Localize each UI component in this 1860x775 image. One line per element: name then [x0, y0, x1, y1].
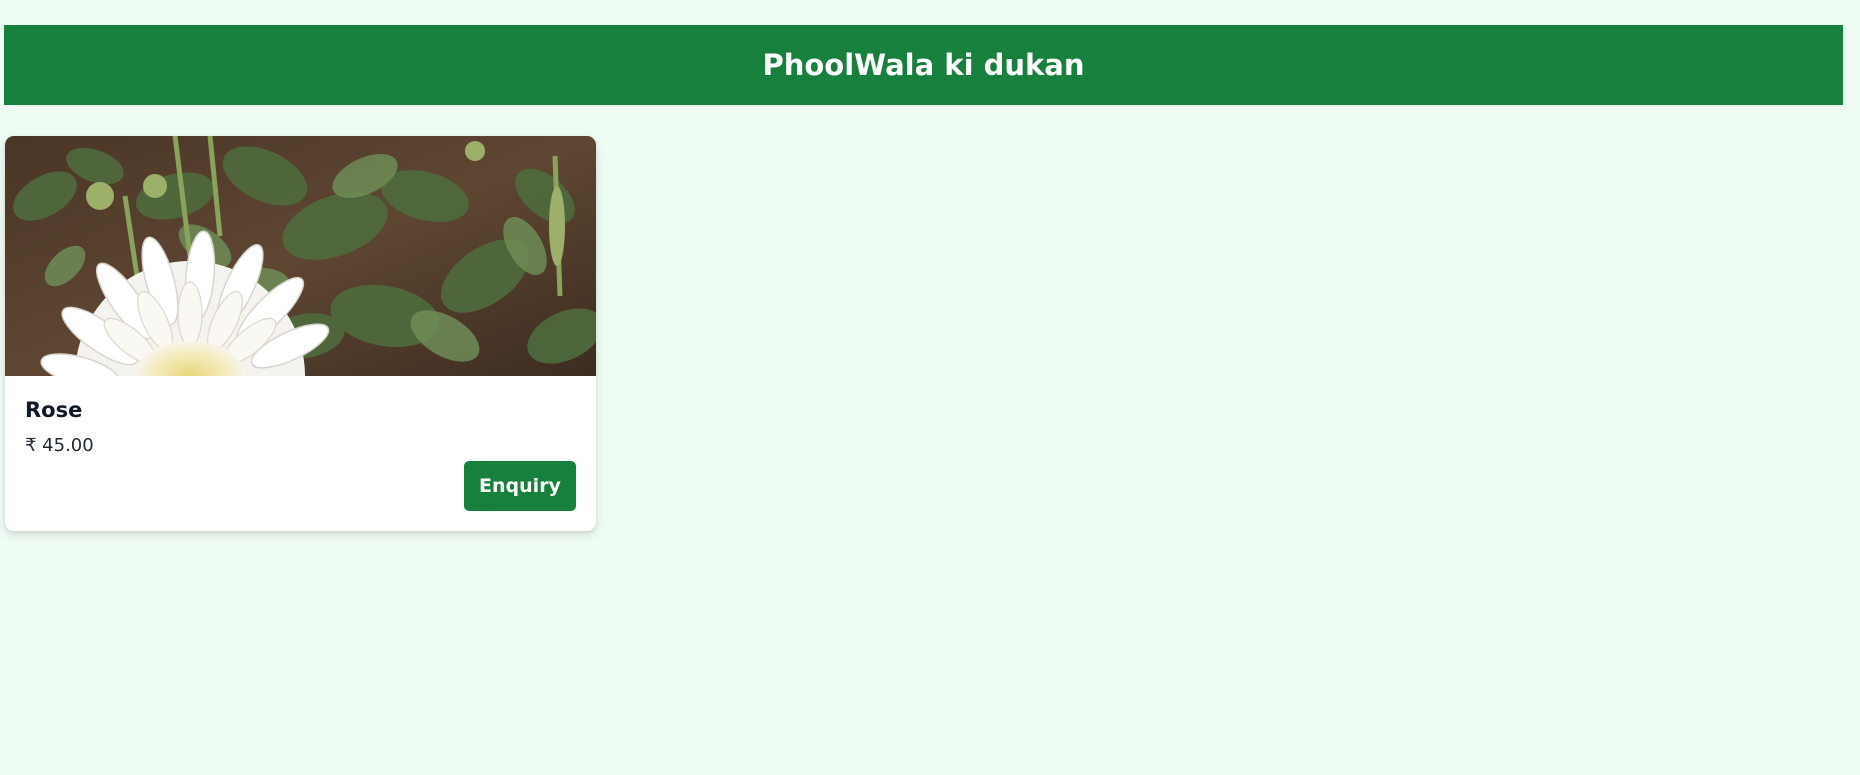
enquiry-button[interactable]: Enquiry — [464, 461, 576, 511]
product-price: ₹ 45.00 — [25, 435, 94, 456]
product-image — [5, 136, 596, 376]
product-name: Rose — [25, 398, 83, 422]
product-card-body: Rose ₹ 45.00 Enquiry — [5, 376, 596, 531]
page-title: PhoolWala ki dukan — [762, 48, 1085, 82]
site-header: PhoolWala ki dukan — [4, 25, 1843, 105]
product-card: Rose ₹ 45.00 Enquiry — [5, 136, 596, 531]
